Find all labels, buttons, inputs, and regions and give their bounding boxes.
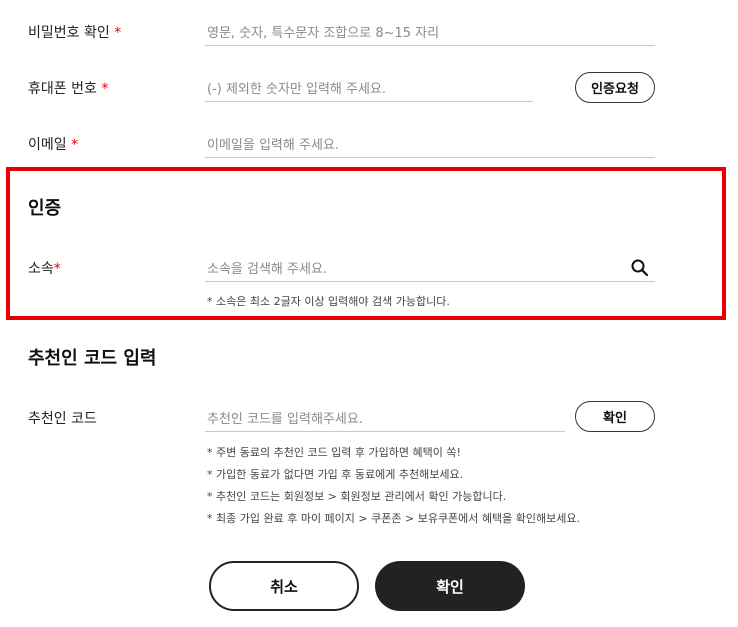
- phone-label: 휴대폰 번호 *: [28, 81, 109, 97]
- search-icon[interactable]: [630, 258, 650, 278]
- referral-note: * 최종 가입 완료 후 마이 페이지 > 쿠폰존 > 보유쿠폰에서 혜택을 확…: [207, 512, 580, 525]
- referral-code-input[interactable]: 추천인 코드를 입력해주세요.: [207, 408, 363, 427]
- affiliation-note: * 소속은 최소 2글자 이상 입력해야 검색 가능합니다.: [207, 295, 450, 308]
- request-verification-button[interactable]: 인증요청: [575, 72, 655, 103]
- confirm-button[interactable]: 확인: [375, 561, 525, 611]
- auth-section-title: 인증: [28, 198, 62, 219]
- password-confirm-underline: [205, 45, 655, 46]
- required-mark: *: [71, 137, 79, 153]
- email-underline: [205, 157, 655, 158]
- required-mark: *: [114, 25, 122, 41]
- required-mark: *: [101, 81, 109, 97]
- affiliation-underline: [205, 281, 655, 282]
- required-mark: *: [53, 261, 61, 277]
- referral-note: * 가입한 동료가 없다면 가입 후 동료에게 추천해보세요.: [207, 468, 464, 481]
- referral-confirm-button[interactable]: 확인: [575, 401, 655, 432]
- phone-input[interactable]: (-) 제외한 숫자만 입력해 주세요.: [207, 78, 386, 97]
- email-input[interactable]: 이메일을 입력해 주세요.: [207, 134, 339, 153]
- referral-note: * 추천인 코드는 회원정보 > 회원정보 관리에서 확인 가능합니다.: [207, 490, 507, 503]
- referral-note: * 주변 동료의 추천인 코드 입력 후 가입하면 혜택이 쏙!: [207, 446, 461, 459]
- referral-section-title: 추천인 코드 입력: [28, 348, 157, 369]
- password-confirm-label: 비밀번호 확인 *: [28, 25, 122, 41]
- referral-code-underline: [205, 431, 565, 432]
- email-label: 이메일 *: [28, 137, 79, 153]
- affiliation-label: 소속*: [28, 261, 61, 277]
- cancel-button[interactable]: 취소: [209, 561, 359, 611]
- referral-code-label: 추천인 코드: [28, 411, 97, 427]
- affiliation-search-input[interactable]: 소속을 검색해 주세요.: [207, 258, 327, 277]
- password-confirm-input[interactable]: 영문, 숫자, 특수문자 조합으로 8~15 자리: [207, 22, 439, 41]
- phone-underline: [205, 101, 533, 102]
